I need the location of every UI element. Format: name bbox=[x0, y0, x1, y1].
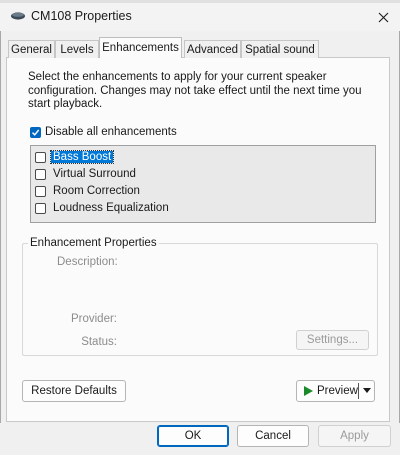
list-item-loudness-equalization[interactable]: Loudness Equalization bbox=[35, 200, 171, 216]
preview-label: Preview bbox=[317, 385, 358, 397]
cancel-button[interactable]: Cancel bbox=[237, 425, 309, 447]
window-title: CM108 Properties bbox=[31, 9, 132, 23]
disable-all-label: Disable all enhancements bbox=[45, 126, 177, 138]
virtual-surround-checkbox[interactable] bbox=[35, 168, 46, 180]
list-item-label: Bass Boost bbox=[49, 150, 115, 164]
apply-button[interactable]: Apply bbox=[318, 425, 391, 447]
tab-spatial-sound[interactable]: Spatial sound bbox=[241, 40, 319, 58]
list-item-virtual-surround[interactable]: Virtual Surround bbox=[35, 166, 138, 182]
enhancements-description: Select the enhancements to apply for you… bbox=[28, 71, 362, 110]
preview-button[interactable]: Preview bbox=[296, 380, 375, 402]
split-divider bbox=[358, 383, 359, 399]
settings-button[interactable]: Settings... bbox=[296, 330, 369, 350]
tab-general[interactable]: General bbox=[8, 40, 55, 58]
close-button[interactable] bbox=[366, 3, 400, 31]
list-item-label: Virtual Surround bbox=[53, 168, 136, 180]
enhancement-properties-title: Enhancement Properties bbox=[28, 237, 159, 249]
disable-all-row[interactable]: Disable all enhancements bbox=[30, 126, 177, 138]
list-item-bass-boost[interactable]: Bass Boost bbox=[35, 149, 115, 165]
play-icon bbox=[304, 386, 313, 396]
description-label: Description: bbox=[57, 256, 118, 268]
tab-levels[interactable]: Levels bbox=[55, 40, 99, 58]
enhancements-list[interactable]: Bass Boost Virtual Surround Room Correct… bbox=[30, 145, 376, 223]
speaker-icon bbox=[10, 11, 26, 21]
list-item-room-correction[interactable]: Room Correction bbox=[35, 183, 142, 199]
tab-advanced[interactable]: Advanced bbox=[184, 40, 241, 58]
close-icon bbox=[378, 12, 388, 22]
loudness-equalization-checkbox[interactable] bbox=[35, 202, 46, 214]
checkmark-icon bbox=[32, 129, 40, 136]
status-label: Status: bbox=[81, 336, 117, 348]
chevron-down-icon[interactable] bbox=[363, 388, 371, 394]
disable-all-checkbox[interactable] bbox=[30, 126, 41, 138]
bass-boost-checkbox[interactable] bbox=[35, 151, 46, 163]
room-correction-checkbox[interactable] bbox=[35, 185, 46, 197]
ok-button[interactable]: OK bbox=[157, 425, 229, 447]
tab-enhancements[interactable]: Enhancements bbox=[99, 37, 182, 58]
list-item-label: Loudness Equalization bbox=[53, 202, 169, 214]
provider-label: Provider: bbox=[70, 313, 117, 325]
restore-defaults-button[interactable]: Restore Defaults bbox=[22, 380, 126, 402]
list-item-label: Room Correction bbox=[53, 185, 140, 197]
